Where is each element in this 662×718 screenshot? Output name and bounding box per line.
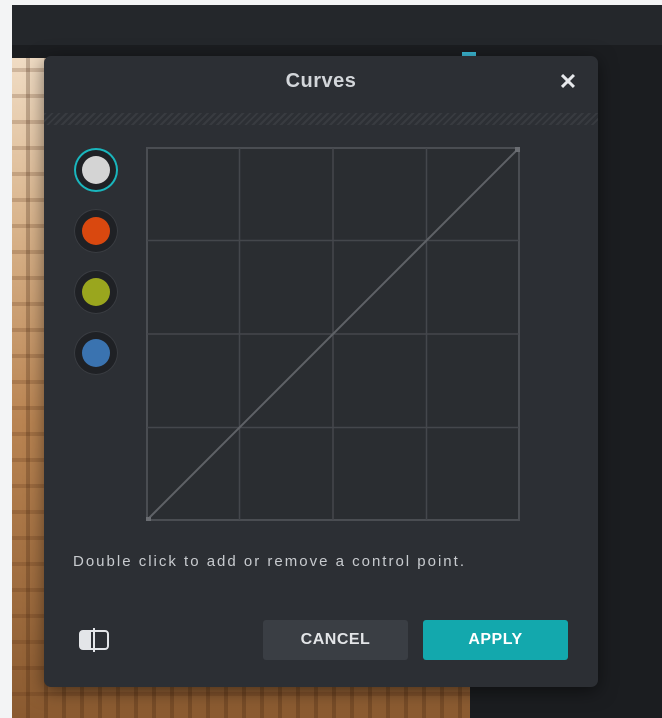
- rgb-channel-dot: [82, 156, 110, 184]
- green-channel-dot: [82, 278, 110, 306]
- channel-rgb-button[interactable]: [74, 148, 118, 192]
- blue-channel-dot: [82, 339, 110, 367]
- close-icon[interactable]: ✕: [556, 70, 580, 94]
- instruction-text: Double click to add or remove a control …: [73, 553, 466, 570]
- control-point-end[interactable]: [515, 147, 520, 152]
- compare-split-icon[interactable]: [78, 628, 110, 652]
- title-divider: [44, 113, 598, 125]
- app-topbar: [12, 5, 662, 45]
- curve-editor[interactable]: [146, 147, 520, 521]
- cancel-button[interactable]: CANCEL: [263, 620, 408, 660]
- channel-blue-button[interactable]: [74, 331, 118, 375]
- channel-green-button[interactable]: [74, 270, 118, 314]
- red-channel-dot: [82, 217, 110, 245]
- apply-button[interactable]: APPLY: [423, 620, 568, 660]
- dialog-title: Curves: [285, 70, 357, 92]
- control-point-start[interactable]: [146, 517, 151, 521]
- channel-red-button[interactable]: [74, 209, 118, 253]
- curves-dialog: Curves ✕ Double click to add or remove a…: [44, 56, 598, 687]
